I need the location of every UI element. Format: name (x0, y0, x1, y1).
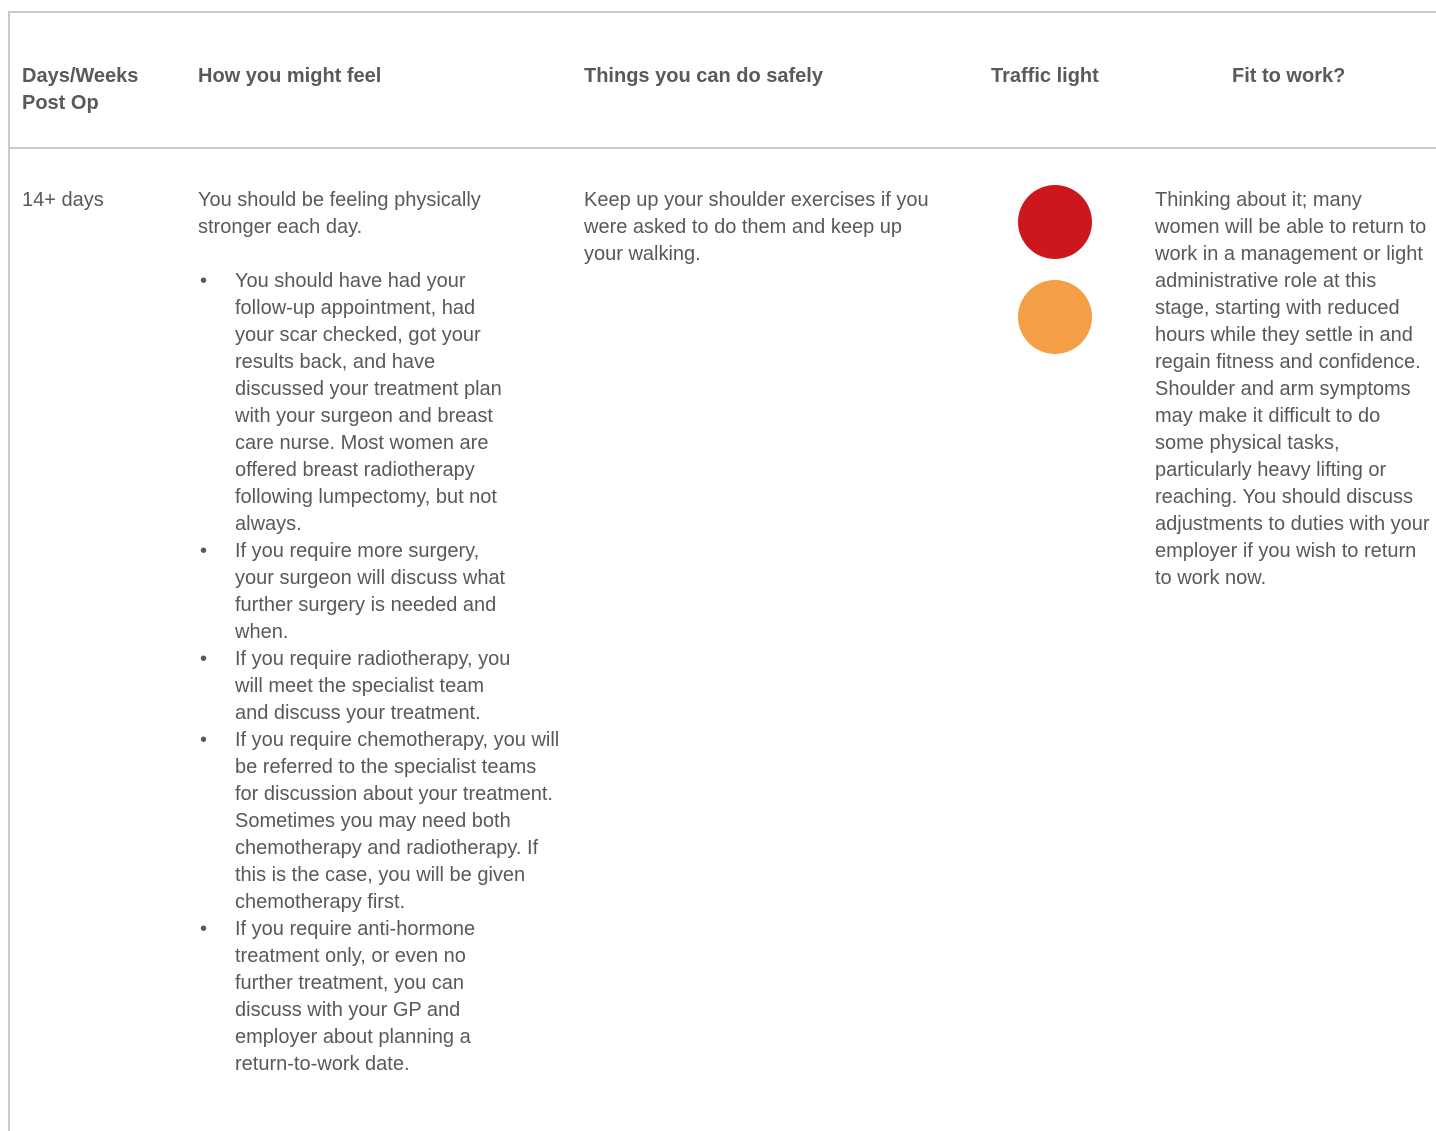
traffic-light-amber-icon (1018, 280, 1092, 354)
bullet-icon: • (200, 270, 208, 292)
list-item: • You should have had your follow-up app… (198, 268, 509, 538)
header-how-you-might-feel: How you might feel (198, 65, 382, 87)
header-things-you-can-do: Things you can do safely (584, 65, 823, 87)
table-left-border (8, 11, 10, 1131)
bullet-icon: • (200, 918, 208, 940)
list-item: • If you require more surgery, your surg… (198, 538, 517, 646)
list-item-text: If you require more surgery, your surgeo… (235, 540, 506, 643)
bullet-icon: • (200, 540, 208, 562)
list-item-text: If you require anti-hormone treatment on… (235, 918, 476, 1075)
list-item: • If you require radiotherapy, you will … (198, 646, 517, 727)
feel-intro: You should be feeling physically stronge… (198, 189, 481, 238)
header-days-weeks: Days/Weeks Post Op (22, 65, 139, 114)
row-fit-to-work: Thinking about it; many women will be ab… (1155, 189, 1430, 589)
row-how-you-might-feel: You should be feeling physically stronge… (198, 187, 559, 1078)
list-item-text: You should have had your follow-up appoi… (235, 270, 502, 535)
bullet-icon: • (200, 648, 208, 670)
table-top-border (8, 11, 1436, 13)
list-item-text: If you require radiotherapy, you will me… (235, 648, 511, 724)
list-item: • If you require chemotherapy, you will … (198, 727, 560, 916)
row-days: 14+ days (22, 189, 104, 211)
traffic-light-red-icon (1018, 185, 1092, 259)
row-things-you-can-do: Keep up your shoulder exercises if you w… (584, 189, 929, 265)
header-traffic-light: Traffic light (991, 65, 1099, 87)
list-item-text: If you require chemotherapy, you will be… (235, 729, 560, 913)
feel-bullet-list: • You should have had your follow-up app… (198, 268, 559, 1078)
bullet-icon: • (200, 729, 208, 751)
header-divider (8, 147, 1436, 149)
header-fit-to-work: Fit to work? (1232, 65, 1346, 87)
list-item: • If you require anti-hormone treatment … (198, 916, 515, 1078)
